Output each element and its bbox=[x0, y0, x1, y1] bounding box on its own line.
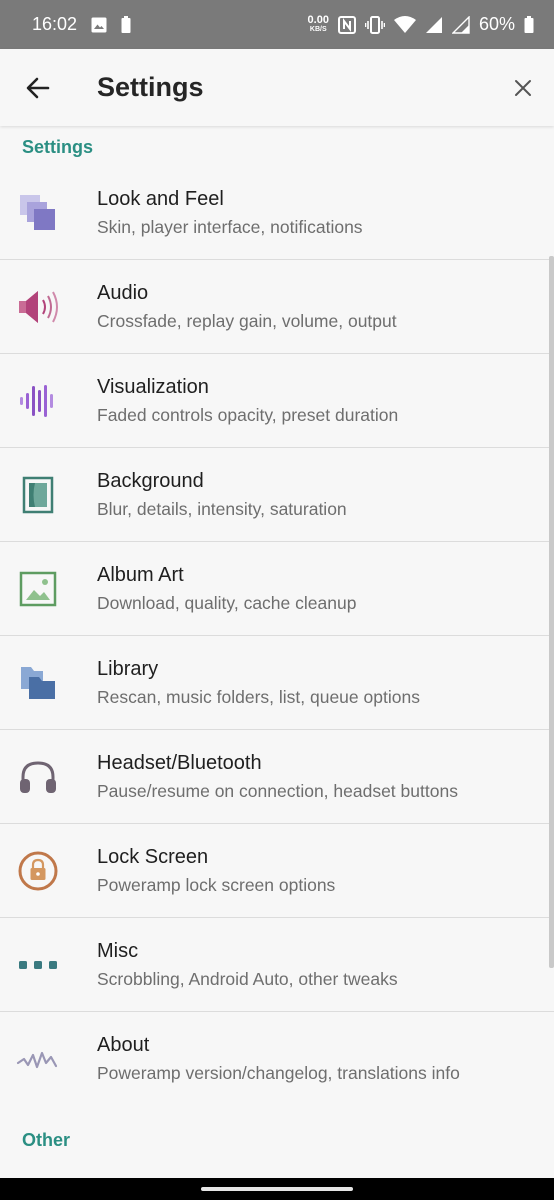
wifi-icon bbox=[393, 15, 416, 34]
home-handle[interactable] bbox=[201, 1187, 353, 1191]
item-title: About bbox=[97, 1034, 150, 1056]
section-header-other: Other bbox=[22, 1129, 71, 1150]
pulse-icon bbox=[0, 1034, 76, 1084]
speaker-icon bbox=[0, 282, 76, 332]
close-button[interactable] bbox=[492, 49, 554, 126]
image-icon bbox=[91, 17, 107, 33]
battery-percent: 60% bbox=[478, 14, 515, 34]
lock-icon bbox=[0, 846, 76, 896]
vibrate-icon bbox=[364, 15, 385, 34]
item-subtitle: Crossfade, replay gain, volume, output bbox=[97, 310, 397, 331]
nfc-icon bbox=[337, 15, 356, 34]
settings-item-lock-screen[interactable]: Lock Screen Poweramp lock screen options bbox=[0, 824, 554, 918]
settings-item-headset-bluetooth[interactable]: Headset/Bluetooth Pause/resume on connec… bbox=[0, 730, 554, 824]
item-subtitle: Pause/resume on connection, headset butt… bbox=[97, 780, 458, 801]
settings-item-visualization[interactable]: Visualization Faded controls opacity, pr… bbox=[0, 354, 554, 448]
item-title: Look and Feel bbox=[97, 187, 224, 210]
item-subtitle: Faded controls opacity, preset duration bbox=[97, 404, 399, 425]
section-header-settings: Settings bbox=[22, 136, 94, 157]
item-title: Audio bbox=[97, 281, 149, 304]
settings-item-album-art[interactable]: Album Art Download, quality, cache clean… bbox=[0, 542, 554, 636]
item-subtitle: Poweramp lock screen options bbox=[97, 874, 336, 895]
item-title: Library bbox=[97, 657, 159, 680]
back-button[interactable] bbox=[0, 49, 76, 126]
waveform-icon bbox=[0, 376, 76, 426]
app-bar: Settings bbox=[0, 49, 554, 126]
more-dots-icon bbox=[0, 940, 76, 990]
net-speed-unit: KB/S bbox=[309, 25, 327, 33]
status-time: 16:02 bbox=[32, 14, 78, 34]
status-bar: 16:02 0.00 KB/S 60% bbox=[0, 0, 554, 49]
item-subtitle: Blur, details, intensity, saturation bbox=[97, 498, 347, 519]
signal-icon bbox=[451, 15, 470, 34]
signal-icon bbox=[425, 16, 443, 34]
item-title: Visualization bbox=[97, 375, 209, 398]
settings-list[interactable]: Settings Look and Feel Skin, player inte… bbox=[0, 126, 554, 1178]
close-icon bbox=[515, 79, 531, 96]
item-title: Background bbox=[97, 469, 204, 492]
gesture-nav-bar bbox=[0, 1178, 554, 1200]
page-title: Settings bbox=[97, 72, 204, 102]
item-subtitle: Scrobbling, Android Auto, other tweaks bbox=[97, 968, 398, 989]
scrollbar[interactable] bbox=[549, 256, 554, 968]
item-subtitle: Download, quality, cache cleanup bbox=[97, 592, 357, 613]
settings-item-misc[interactable]: Misc Scrobbling, Android Auto, other twe… bbox=[0, 918, 554, 1012]
item-subtitle: Rescan, music folders, list, queue optio… bbox=[97, 686, 420, 707]
net-speed-indicator: 0.00 KB/S bbox=[307, 13, 329, 34]
headset-icon bbox=[0, 752, 76, 802]
settings-item-look-and-feel[interactable]: Look and Feel Skin, player interface, no… bbox=[0, 166, 554, 260]
item-subtitle: Poweramp version/changelog, translations… bbox=[97, 1063, 460, 1083]
image-icon bbox=[0, 564, 76, 614]
item-title: Headset/Bluetooth bbox=[97, 751, 262, 774]
settings-item-library[interactable]: Library Rescan, music folders, list, que… bbox=[0, 636, 554, 730]
battery-saver-icon bbox=[121, 16, 131, 33]
item-title: Album Art bbox=[97, 563, 184, 586]
settings-item-audio[interactable]: Audio Crossfade, replay gain, volume, ou… bbox=[0, 260, 554, 354]
settings-item-background[interactable]: Background Blur, details, intensity, sat… bbox=[0, 448, 554, 542]
arrow-back-icon bbox=[26, 77, 50, 98]
background-icon bbox=[0, 470, 76, 520]
layers-icon bbox=[0, 188, 76, 238]
item-subtitle: Skin, player interface, notifications bbox=[97, 216, 363, 237]
settings-item-about[interactable]: About Poweramp version/changelog, transl… bbox=[0, 1012, 554, 1106]
folders-icon bbox=[0, 658, 76, 708]
battery-icon bbox=[524, 16, 534, 33]
item-title: Misc bbox=[97, 939, 139, 962]
net-speed-value: 0.00 bbox=[307, 13, 329, 26]
item-title: Lock Screen bbox=[97, 845, 209, 868]
